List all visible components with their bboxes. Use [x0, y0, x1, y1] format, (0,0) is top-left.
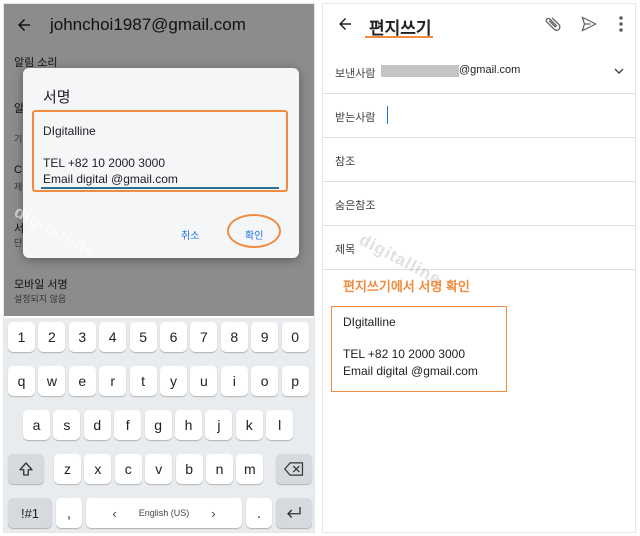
more-icon[interactable] [609, 12, 633, 36]
letter-key-p[interactable]: p [281, 366, 309, 396]
cancel-button[interactable]: 취소 [181, 227, 199, 242]
signature-line-email[interactable]: Email digital @gmail.com [43, 172, 178, 186]
body-signature-highlight: DIgitalline TEL +82 10 2000 3000 Email d… [331, 306, 507, 392]
left-phone-screen: johnchoi1987@gmail.com 알림 소리 알 기 C 제 서 단… [3, 3, 315, 533]
screenshot-composite: johnchoi1987@gmail.com 알림 소리 알 기 C 제 서 단… [0, 0, 640, 536]
redacted-sender [381, 65, 459, 77]
number-key-9[interactable]: 9 [251, 322, 279, 352]
body-signature-name[interactable]: DIgitalline [343, 315, 396, 329]
number-key-0[interactable]: 0 [281, 322, 309, 352]
from-label: 보낸사람 [335, 68, 376, 80]
letter-key-c[interactable]: c [114, 454, 142, 484]
letter-key-k[interactable]: k [235, 410, 263, 440]
number-key-5[interactable]: 5 [129, 322, 157, 352]
signature-input-underline [41, 187, 279, 189]
text-cursor [387, 106, 388, 124]
number-key-4[interactable]: 4 [99, 322, 127, 352]
shift-icon [19, 462, 33, 476]
from-field[interactable]: 보낸사람 @gmail.com [323, 50, 635, 94]
letter-key-n[interactable]: n [206, 454, 233, 484]
dialog-title: 서명 [43, 89, 71, 106]
attach-icon[interactable] [541, 12, 565, 36]
to-label: 받는사람 [335, 112, 376, 124]
period-key[interactable]: . [246, 498, 272, 528]
right-phone-screen: 편지쓰기 보낸사람 @gmail.com 받는사람 참조 숨은참조 제목 dig… [322, 3, 636, 533]
enter-key[interactable] [276, 498, 312, 528]
number-key-6[interactable]: 6 [160, 322, 187, 352]
cursor-left-arrow[interactable]: ‹ [112, 506, 116, 521]
signature-check-caption: 편지쓰기에서 서명 확인 [343, 279, 470, 294]
confirm-button[interactable]: 확인 [245, 227, 263, 242]
number-key-1[interactable]: 1 [8, 322, 35, 352]
back-arrow-icon[interactable] [333, 12, 357, 36]
letter-key-u[interactable]: u [190, 366, 218, 396]
symbols-key[interactable]: !#1 [8, 498, 52, 528]
letter-key-x[interactable]: x [84, 454, 112, 484]
number-key-7[interactable]: 7 [190, 322, 218, 352]
letter-key-t[interactable]: t [129, 366, 157, 396]
backspace-key[interactable] [276, 454, 312, 484]
bcc-field[interactable]: 숨은참조 [323, 182, 635, 226]
letter-key-m[interactable]: m [236, 454, 264, 484]
body-signature-email[interactable]: Email digital @gmail.com [343, 364, 478, 378]
comma-key[interactable]: , [56, 498, 82, 528]
compose-top-bar: 편지쓰기 [323, 4, 635, 44]
title-highlight-underline [365, 36, 433, 38]
cursor-right-arrow[interactable]: › [211, 506, 215, 521]
signature-line-tel[interactable]: TEL +82 10 2000 3000 [43, 156, 165, 170]
signature-line-name[interactable]: DIgitalline [43, 124, 96, 138]
letter-key-a[interactable]: a [23, 410, 50, 440]
chevron-down-icon[interactable] [611, 63, 627, 79]
letter-key-r[interactable]: r [99, 366, 127, 396]
number-key-3[interactable]: 3 [68, 322, 96, 352]
letter-key-j[interactable]: j [205, 410, 233, 440]
number-key-2[interactable]: 2 [38, 322, 66, 352]
to-field[interactable]: 받는사람 [323, 94, 635, 138]
letter-key-i[interactable]: i [220, 366, 248, 396]
letter-key-s[interactable]: s [53, 410, 81, 440]
body-signature-tel[interactable]: TEL +82 10 2000 3000 [343, 347, 465, 361]
letter-key-o[interactable]: o [251, 366, 279, 396]
letter-key-v[interactable]: v [145, 454, 173, 484]
send-icon[interactable] [577, 12, 601, 36]
shift-key[interactable] [8, 454, 44, 484]
letter-key-d[interactable]: d [83, 410, 111, 440]
number-key-8[interactable]: 8 [220, 322, 248, 352]
keyboard: 1234567890 qwertyuiop asdfghjkl zxcvbnm … [4, 318, 314, 532]
cc-field[interactable]: 참조 [323, 138, 635, 182]
enter-icon [287, 507, 301, 518]
bcc-label: 숨은참조 [335, 200, 376, 212]
letter-key-l[interactable]: l [266, 410, 294, 440]
cc-label: 참조 [335, 156, 356, 168]
letter-key-y[interactable]: y [160, 366, 187, 396]
space-bar[interactable]: ‹ English (US) › [86, 498, 242, 528]
gmail-account-settings: johnchoi1987@gmail.com 알림 소리 알 기 C 제 서 단… [4, 4, 314, 316]
letter-key-g[interactable]: g [144, 410, 172, 440]
subject-label: 제목 [335, 244, 356, 256]
letter-key-f[interactable]: f [114, 410, 142, 440]
letter-key-z[interactable]: z [54, 454, 81, 484]
letter-key-w[interactable]: w [38, 366, 66, 396]
letter-key-q[interactable]: q [8, 366, 35, 396]
from-email-suffix: @gmail.com [459, 64, 521, 76]
space-bar-label: English (US) [138, 508, 190, 518]
letter-key-h[interactable]: h [175, 410, 202, 440]
letter-key-b[interactable]: b [175, 454, 203, 484]
letter-key-e[interactable]: e [68, 366, 96, 396]
backspace-icon [284, 462, 304, 476]
